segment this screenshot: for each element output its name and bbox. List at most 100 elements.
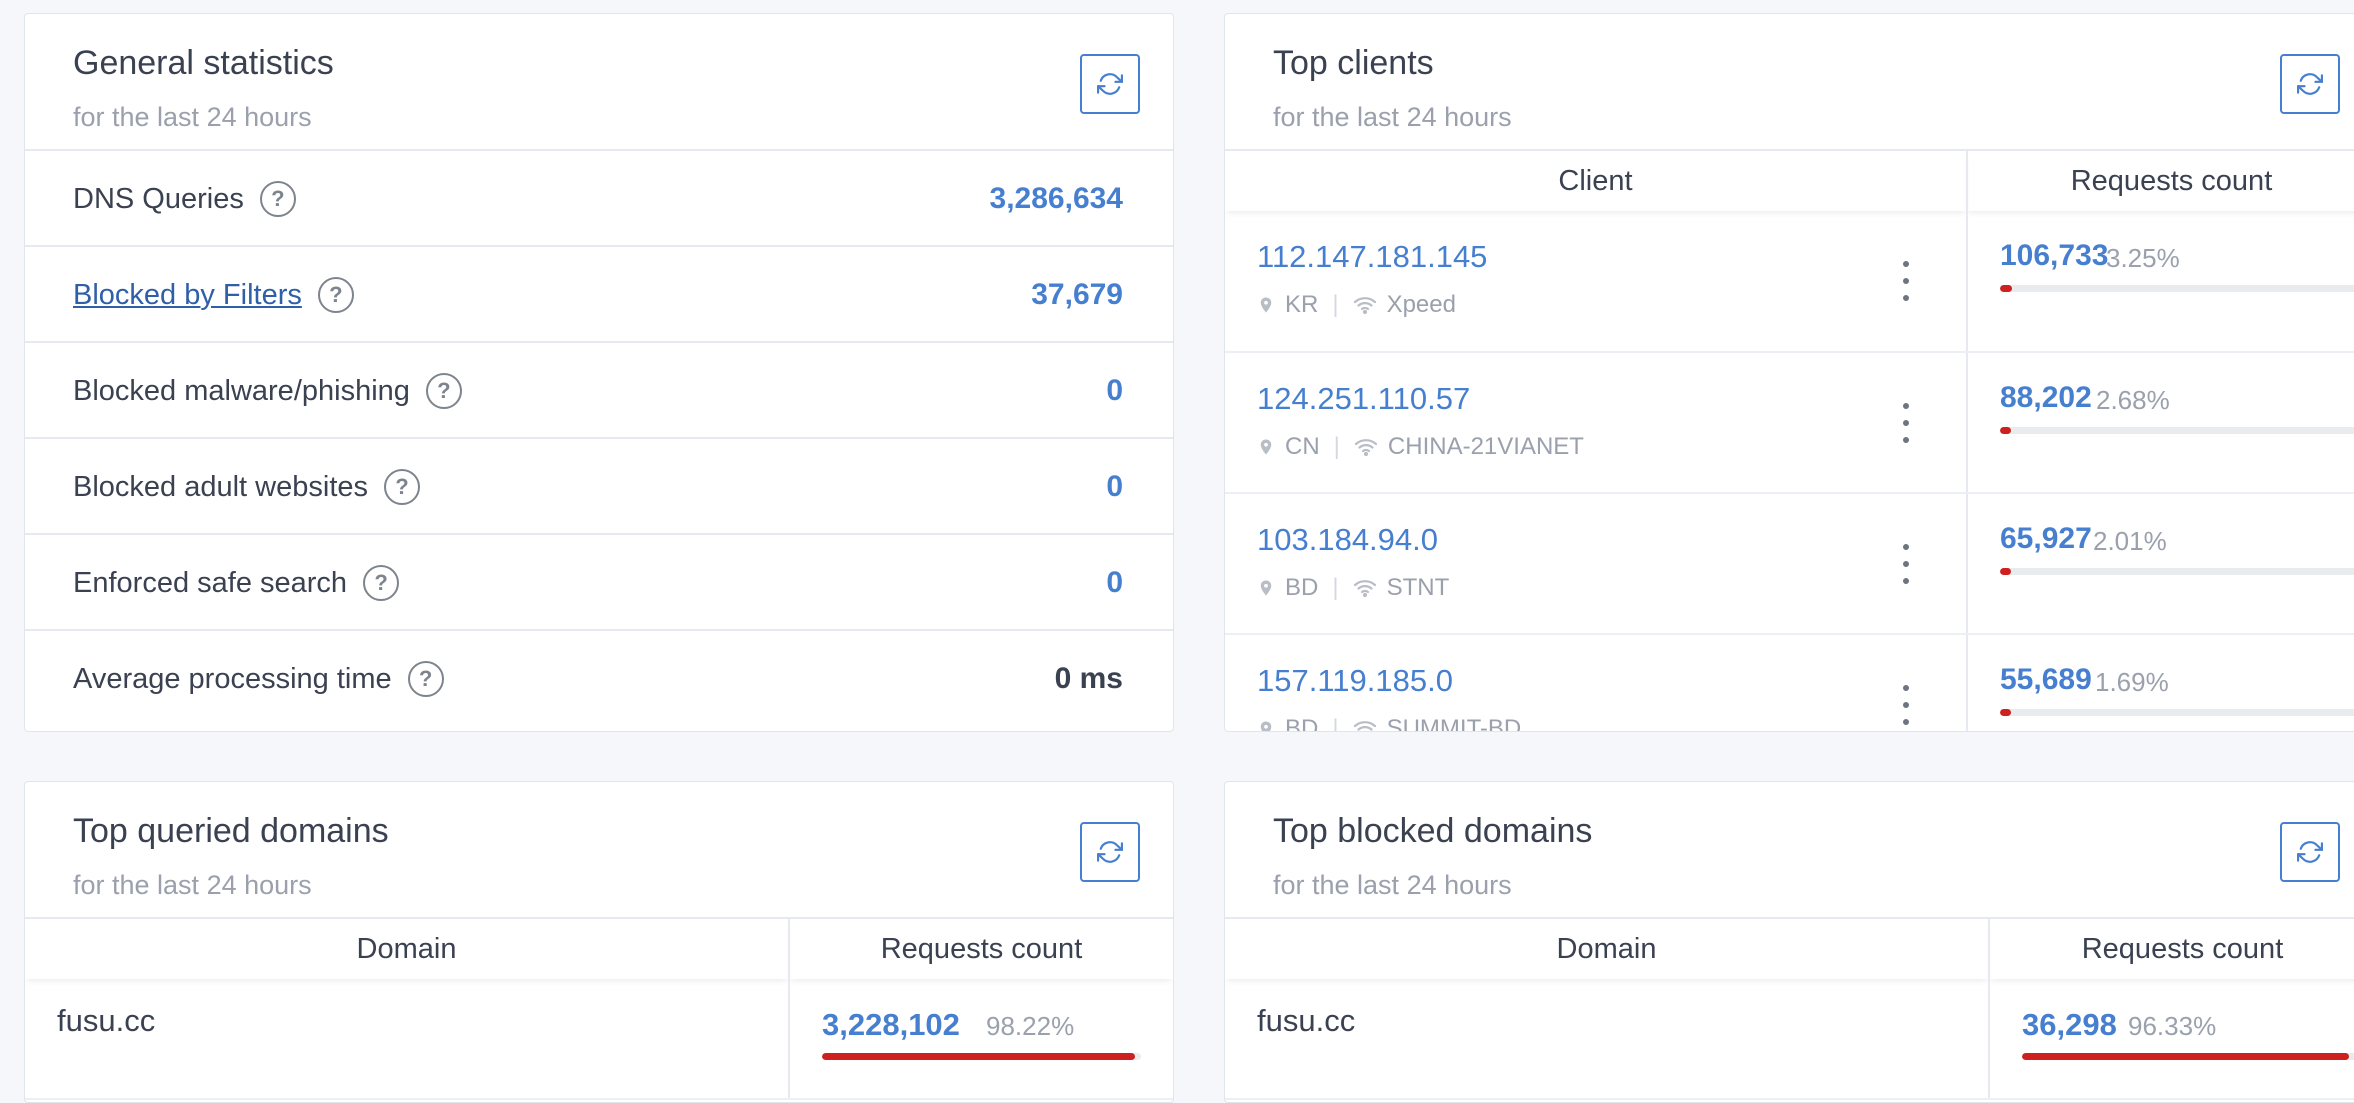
card-subtitle: for the last 24 hours	[1273, 870, 1512, 900]
general-statistics-card: General statistics for the last 24 hours…	[24, 13, 1174, 732]
column-header-requests-count[interactable]: Requests count	[1989, 919, 2354, 979]
progress-bar-fill	[2000, 709, 2011, 716]
stat-row-safe-search: Enforced safe search ? 0	[25, 535, 1173, 631]
stat-label: DNS Queries	[73, 182, 244, 215]
blocked-by-filters-link[interactable]: Blocked by Filters	[73, 279, 302, 312]
stat-value: 3,286,634	[989, 182, 1123, 215]
table-row: 103.184.94.0 BD | STNT 65,927 2.01%	[1225, 493, 2354, 635]
client-ip-link[interactable]: 112.147.181.145	[1257, 239, 1487, 275]
card-header: Top blocked domains for the last 24 hour…	[1225, 782, 2354, 919]
request-count: 65,927	[2000, 522, 2092, 555]
refresh-button[interactable]	[2280, 822, 2340, 882]
help-icon[interactable]: ?	[407, 661, 444, 697]
refresh-button[interactable]	[1080, 54, 1140, 114]
request-percent: 2.68%	[2096, 385, 2170, 415]
card-title: Top blocked domains	[1273, 812, 1593, 850]
progress-bar-fill	[822, 1053, 1136, 1060]
wifi-icon	[1353, 721, 1376, 731]
table-row: 112.147.181.145 KR | Xpeed 106,733 3.25%	[1225, 211, 2354, 353]
request-percent: 2.01%	[2093, 526, 2167, 556]
column-header-requests-count[interactable]: Requests count	[789, 919, 1173, 979]
progress-bar-fill	[2022, 1053, 2349, 1060]
clients-table: Client Requests count 112.147.181.145 KR…	[1225, 151, 2354, 732]
card-header: Top queried domains for the last 24 hour…	[25, 782, 1173, 919]
client-country: KR	[1285, 291, 1319, 318]
refresh-button[interactable]	[1080, 822, 1140, 882]
top-blocked-domains-card: Top blocked domains for the last 24 hour…	[1224, 781, 2354, 1103]
separator: |	[1332, 715, 1339, 732]
stat-row-dns-queries: DNS Queries ? 3,286,634	[25, 151, 1173, 247]
more-vertical-icon[interactable]	[1896, 403, 1916, 443]
client-network: SUMMIT-BD	[1386, 715, 1522, 732]
client-country: BD	[1285, 715, 1319, 732]
domain-name[interactable]: fusu.cc	[1257, 1003, 1355, 1039]
help-icon[interactable]: ?	[425, 373, 462, 409]
table-row: 157.119.185.0 BD | SUMMIT-BD 55,689 1.69…	[1225, 634, 2354, 732]
wifi-icon	[1353, 580, 1376, 598]
column-header-domain[interactable]: Domain	[1225, 919, 1990, 979]
card-subtitle: for the last 24 hours	[73, 870, 312, 900]
stat-label: Blocked adult websites	[73, 470, 368, 503]
client-ip-link[interactable]: 103.184.94.0	[1257, 522, 1438, 558]
top-queried-domains-card: Top queried domains for the last 24 hour…	[24, 781, 1174, 1103]
request-percent: 98.22%	[986, 1011, 1075, 1041]
card-subtitle: for the last 24 hours	[73, 102, 312, 132]
table-row: fusu.cc 36,298 96.33%	[1225, 979, 2354, 1100]
card-title: Top queried domains	[73, 812, 389, 850]
stat-value: 0	[1106, 566, 1123, 599]
stat-value: 37,679	[1031, 278, 1123, 311]
card-header: General statistics for the last 24 hours	[25, 14, 1173, 151]
separator: |	[1332, 574, 1339, 601]
client-ip-link[interactable]: 157.119.185.0	[1257, 663, 1453, 699]
request-count: 36,298	[2022, 1007, 2117, 1042]
client-country: CN	[1285, 433, 1320, 460]
column-header-client[interactable]: Client	[1225, 151, 1968, 211]
help-icon[interactable]: ?	[259, 181, 296, 217]
stat-value: 0	[1106, 470, 1123, 503]
table-row: 124.251.110.57 CN | CHINA-21VIANET 88,20…	[1225, 352, 2354, 494]
stat-value: 0	[1106, 374, 1123, 407]
separator: |	[1332, 291, 1339, 318]
request-count: 55,689	[2000, 663, 2092, 696]
progress-bar-fill	[2000, 568, 2011, 575]
table-row: fusu.cc 3,228,102 98.22%	[25, 979, 1173, 1100]
more-vertical-icon[interactable]	[1896, 261, 1916, 301]
wifi-icon	[1353, 297, 1376, 315]
client-ip-link[interactable]: 124.251.110.57	[1257, 381, 1470, 417]
request-percent: 3.25%	[2106, 243, 2180, 273]
refresh-button[interactable]	[2280, 54, 2340, 114]
help-icon[interactable]: ?	[363, 565, 400, 601]
stat-row-blocked-malware: Blocked malware/phishing ? 0	[25, 343, 1173, 439]
progress-bar-fill	[2000, 427, 2011, 434]
top-clients-card: Top clients for the last 24 hours Client…	[1224, 13, 2354, 732]
refresh-icon	[1097, 841, 1123, 863]
progress-bar	[2022, 1053, 2354, 1060]
wifi-icon	[1354, 439, 1378, 457]
request-count: 88,202	[2000, 381, 2092, 414]
blocked-domains-table: Domain Requests count fusu.cc 36,298 96.…	[1225, 919, 2354, 1100]
map-pin-icon	[1260, 580, 1272, 596]
more-vertical-icon[interactable]	[1896, 685, 1916, 725]
help-icon[interactable]: ?	[317, 277, 354, 313]
map-pin-icon	[1260, 297, 1272, 313]
column-header-requests-count[interactable]: Requests count	[1967, 151, 2354, 211]
card-title: Top clients	[1273, 44, 1434, 82]
stats-list: DNS Queries ? 3,286,634 Blocked by Filte…	[25, 151, 1173, 727]
progress-bar	[822, 1053, 1141, 1060]
request-count: 3,228,102	[822, 1007, 960, 1042]
request-percent: 1.69%	[2095, 667, 2169, 697]
separator: |	[1333, 433, 1340, 460]
refresh-icon	[2297, 841, 2323, 863]
request-percent: 96.33%	[2128, 1011, 2217, 1041]
help-icon[interactable]: ?	[384, 469, 420, 505]
client-network: STNT	[1386, 574, 1450, 601]
domain-name[interactable]: fusu.cc	[57, 1003, 155, 1039]
stat-row-blocked-by-filters: Blocked by Filters ? 37,679	[25, 247, 1173, 343]
progress-bar	[2000, 568, 2354, 575]
column-header-domain[interactable]: Domain	[25, 919, 790, 979]
request-count: 106,733	[2000, 239, 2109, 272]
card-title: General statistics	[73, 44, 334, 82]
progress-bar	[2000, 709, 2354, 716]
more-vertical-icon[interactable]	[1896, 544, 1916, 584]
stat-row-avg-processing-time: Average processing time ? 0 ms	[25, 631, 1173, 727]
